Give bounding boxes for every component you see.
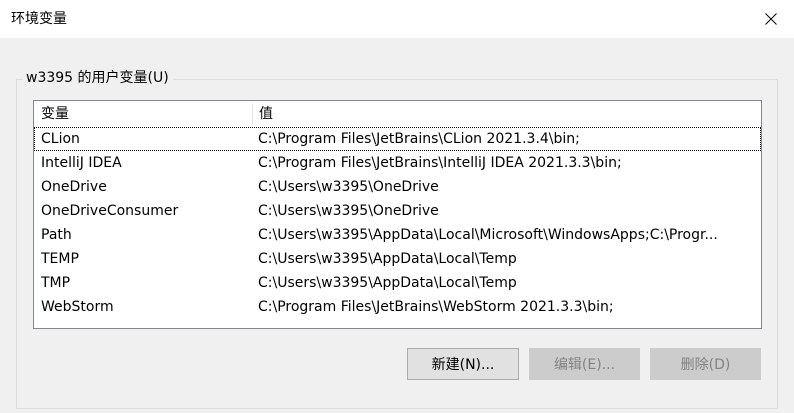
- close-icon: [765, 13, 777, 25]
- column-header-variable[interactable]: 变量: [34, 101, 252, 127]
- table-row[interactable]: WebStorm C:\Program Files\JetBrains\WebS…: [34, 295, 761, 319]
- table-row[interactable]: IntelliJ IDEA C:\Program Files\JetBrains…: [34, 151, 761, 175]
- table-row[interactable]: OneDrive C:\Users\w3395\OneDrive: [34, 175, 761, 199]
- new-button[interactable]: 新建(N)...: [407, 348, 519, 380]
- variable-value: C:\Users\w3395\AppData\Local\Microsoft\W…: [258, 227, 718, 243]
- variable-value: C:\Users\w3395\OneDrive: [258, 179, 439, 195]
- window-title: 环境变量: [11, 11, 67, 27]
- list-header: 变量 值: [34, 101, 761, 127]
- table-row[interactable]: Path C:\Users\w3395\AppData\Local\Micros…: [34, 223, 761, 247]
- edit-button[interactable]: 编辑(E)...: [529, 348, 640, 380]
- variable-value: C:\Users\w3395\AppData\Local\Temp: [258, 275, 517, 291]
- variable-name: OneDriveConsumer: [41, 203, 179, 219]
- table-row[interactable]: TMP C:\Users\w3395\AppData\Local\Temp: [34, 271, 761, 295]
- variable-name: WebStorm: [41, 299, 114, 315]
- variable-name: CLion: [41, 131, 80, 147]
- delete-button[interactable]: 删除(D): [650, 348, 761, 380]
- variable-value: C:\Users\w3395\AppData\Local\Temp: [258, 251, 517, 267]
- variable-name: OneDrive: [41, 179, 107, 195]
- variable-value: C:\Users\w3395\OneDrive: [258, 203, 439, 219]
- table-row[interactable]: CLion C:\Program Files\JetBrains\CLion 2…: [34, 127, 761, 151]
- table-row[interactable]: OneDriveConsumer C:\Users\w3395\OneDrive: [34, 199, 761, 223]
- variable-value: C:\Program Files\JetBrains\IntelliJ IDEA…: [258, 155, 622, 171]
- title-bar: 环境变量: [0, 0, 794, 38]
- column-header-value[interactable]: 值: [252, 101, 761, 127]
- user-variables-group-label: w3395 的用户变量(U): [22, 68, 173, 88]
- user-variables-list[interactable]: 变量 值 CLion C:\Program Files\JetBrains\CL…: [33, 100, 762, 329]
- variable-name: TMP: [41, 275, 71, 291]
- close-button[interactable]: [748, 0, 794, 38]
- variable-value: C:\Program Files\JetBrains\CLion 2021.3.…: [258, 131, 580, 147]
- list-rows: CLion C:\Program Files\JetBrains\CLion 2…: [34, 127, 761, 319]
- variable-value: C:\Program Files\JetBrains\WebStorm 2021…: [258, 299, 614, 315]
- variable-name: IntelliJ IDEA: [41, 155, 122, 171]
- table-row[interactable]: TEMP C:\Users\w3395\AppData\Local\Temp: [34, 247, 761, 271]
- variable-name: Path: [41, 227, 72, 243]
- variable-name: TEMP: [41, 251, 79, 267]
